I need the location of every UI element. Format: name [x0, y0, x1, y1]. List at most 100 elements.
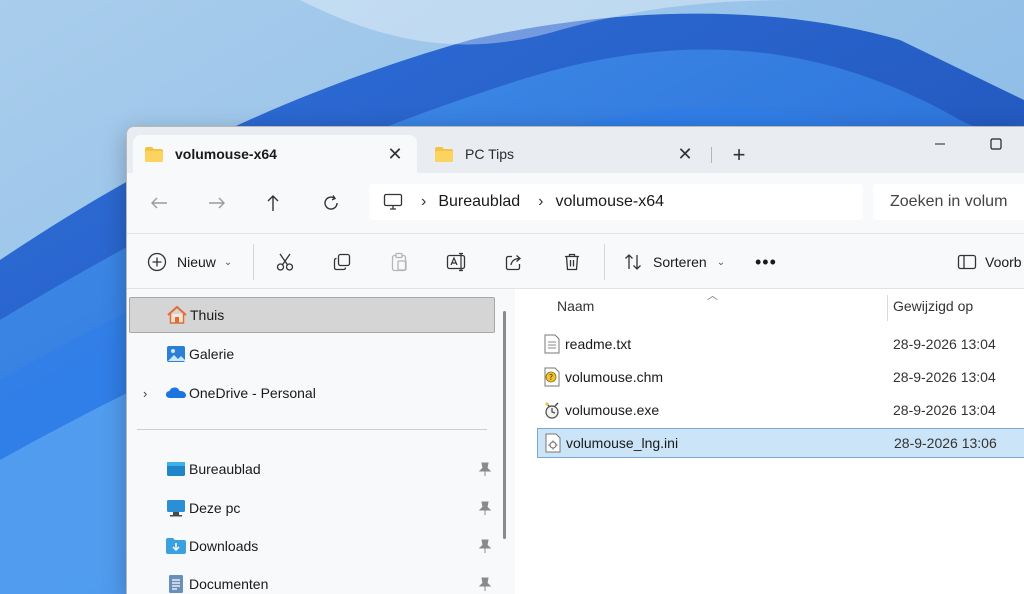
address-row: › Bureaublad › volumouse-x64 Zoeken in v… — [127, 173, 1024, 233]
tab-pc-tips[interactable]: PC Tips ✕ — [423, 135, 707, 173]
pin-icon[interactable] — [479, 539, 491, 553]
clipboard-icon — [391, 252, 407, 272]
pin-icon[interactable] — [479, 577, 491, 591]
file-row[interactable]: volumouse.exe 28-9-2026 13:04 — [537, 395, 1024, 425]
file-name: readme.txt — [565, 336, 632, 352]
trash-icon — [565, 253, 579, 271]
chevron-down-icon: ⌄ — [223, 256, 233, 268]
file-modified: 28-9-2026 13:04 — [893, 336, 996, 352]
sidebar-item-label: Downloads — [189, 538, 259, 554]
up-button[interactable] — [257, 187, 289, 219]
preview-pane-button[interactable]: Voorb — [957, 246, 1022, 278]
file-row[interactable]: readme.txt 28-9-2026 13:04 — [537, 329, 1024, 359]
help-file-icon: ? — [544, 367, 560, 387]
pin-icon[interactable] — [479, 501, 491, 515]
sort-icon — [625, 254, 641, 270]
onedrive-icon — [166, 387, 186, 398]
sidebar-item-this-pc[interactable]: Deze pc — [129, 490, 495, 526]
refresh-icon — [324, 195, 338, 210]
sidebar-item-documents[interactable]: Documenten — [129, 566, 495, 594]
close-tab-icon[interactable]: ✕ — [671, 140, 699, 168]
share-button[interactable] — [504, 246, 524, 278]
new-button[interactable]: Nieuw ⌄ — [147, 246, 232, 278]
ini-file-icon — [545, 433, 561, 453]
sort-label: Sorteren — [653, 254, 707, 270]
divider — [137, 429, 487, 430]
navigation-pane: Thuis Galerie › OneDrive - Personal Bure… — [127, 289, 515, 594]
sidebar-item-onedrive[interactable]: › OneDrive - Personal — [129, 375, 495, 411]
search-input[interactable]: Zoeken in volum — [873, 184, 1024, 220]
refresh-button[interactable] — [315, 187, 347, 219]
column-divider[interactable] — [887, 295, 888, 321]
preview-pane-icon — [957, 254, 977, 270]
new-label: Nieuw — [177, 254, 216, 270]
maximize-button[interactable] — [973, 127, 1019, 161]
gallery-icon — [167, 346, 185, 362]
file-row-selected[interactable]: volumouse_lng.ini 28-9-2026 13:06 — [537, 428, 1024, 458]
file-name: volumouse.chm — [565, 369, 664, 385]
pc-icon — [167, 500, 185, 517]
column-header-name[interactable]: Naam — [557, 289, 594, 323]
desktop-icon — [167, 462, 185, 476]
sidebar-scrollbar[interactable] — [503, 311, 506, 539]
column-header-modified[interactable]: Gewijzigd op — [893, 289, 973, 323]
file-list: ︿ Naam Gewijzigd op readme.txt 28-9-2026… — [515, 289, 1024, 594]
file-modified: 28-9-2026 13:04 — [893, 369, 996, 385]
preview-label: Voorb — [985, 254, 1022, 270]
rename-icon — [446, 252, 466, 272]
new-tab-button[interactable]: + — [725, 141, 753, 169]
copy-icon — [333, 253, 351, 271]
pin-icon[interactable] — [479, 462, 491, 476]
chevron-right-icon[interactable]: › — [143, 386, 147, 401]
sidebar-item-label: Documenten — [189, 576, 269, 592]
breadcrumb-item[interactable]: volumouse-x64 — [556, 193, 665, 211]
more-options-button[interactable]: ••• — [755, 246, 777, 278]
chevron-right-icon: › — [421, 193, 427, 210]
divider — [604, 244, 605, 280]
file-modified: 28-9-2026 13:06 — [894, 435, 997, 451]
sidebar-item-label: OneDrive - Personal — [189, 385, 316, 401]
minimize-button[interactable] — [917, 127, 963, 161]
documents-icon — [169, 575, 183, 593]
paste-button[interactable] — [389, 246, 409, 278]
sidebar-item-label: Thuis — [190, 307, 225, 323]
sidebar-item-desktop[interactable]: Bureaublad — [129, 451, 495, 487]
delete-button[interactable] — [562, 246, 582, 278]
sidebar-item-gallery[interactable]: Galerie — [129, 336, 495, 372]
back-button[interactable] — [143, 187, 175, 219]
sidebar-item-home[interactable]: Thuis — [129, 297, 495, 333]
file-row[interactable]: ? volumouse.chm 28-9-2026 13:04 — [537, 362, 1024, 392]
sort-ascending-icon: ︿ — [707, 290, 718, 302]
copy-button[interactable] — [332, 246, 352, 278]
close-tab-icon[interactable]: ✕ — [381, 140, 409, 168]
minimize-icon — [935, 143, 945, 145]
sort-button[interactable]: Sorteren ⌄ — [623, 246, 725, 278]
tab-label: PC Tips — [465, 146, 515, 162]
arrow-left-icon — [151, 197, 167, 209]
tab-divider — [711, 147, 712, 163]
sidebar-item-downloads[interactable]: Downloads — [129, 528, 495, 564]
file-name: volumouse.exe — [565, 402, 660, 418]
file-explorer-window: volumouse-x64 ✕ PC Tips ✕ + › Bureaublad… — [126, 126, 1024, 594]
sidebar-item-label: Bureaublad — [189, 461, 261, 477]
forward-button[interactable] — [201, 187, 233, 219]
chevron-right-icon: › — [538, 193, 544, 210]
divider — [253, 244, 254, 280]
share-icon — [505, 255, 521, 271]
downloads-icon — [166, 538, 186, 554]
folder-icon — [145, 146, 163, 162]
file-name: volumouse_lng.ini — [566, 435, 679, 451]
plus-circle-icon — [147, 252, 167, 272]
rename-button[interactable] — [446, 246, 468, 278]
maximize-icon — [990, 138, 1002, 150]
exe-file-icon — [545, 402, 559, 419]
cut-button[interactable] — [275, 246, 295, 278]
more-icon: ••• — [755, 251, 777, 272]
file-modified: 28-9-2026 13:04 — [893, 402, 996, 418]
command-bar: Nieuw ⌄ Sorteren ⌄ ••• Voorb — [127, 233, 1024, 289]
chevron-down-icon: ⌄ — [716, 256, 726, 268]
breadcrumb-item[interactable]: Bureaublad — [438, 193, 520, 211]
tab-volumouse-x64[interactable]: volumouse-x64 ✕ — [133, 135, 417, 173]
tab-label: volumouse-x64 — [175, 146, 277, 162]
address-bar[interactable]: › Bureaublad › volumouse-x64 — [369, 184, 863, 220]
